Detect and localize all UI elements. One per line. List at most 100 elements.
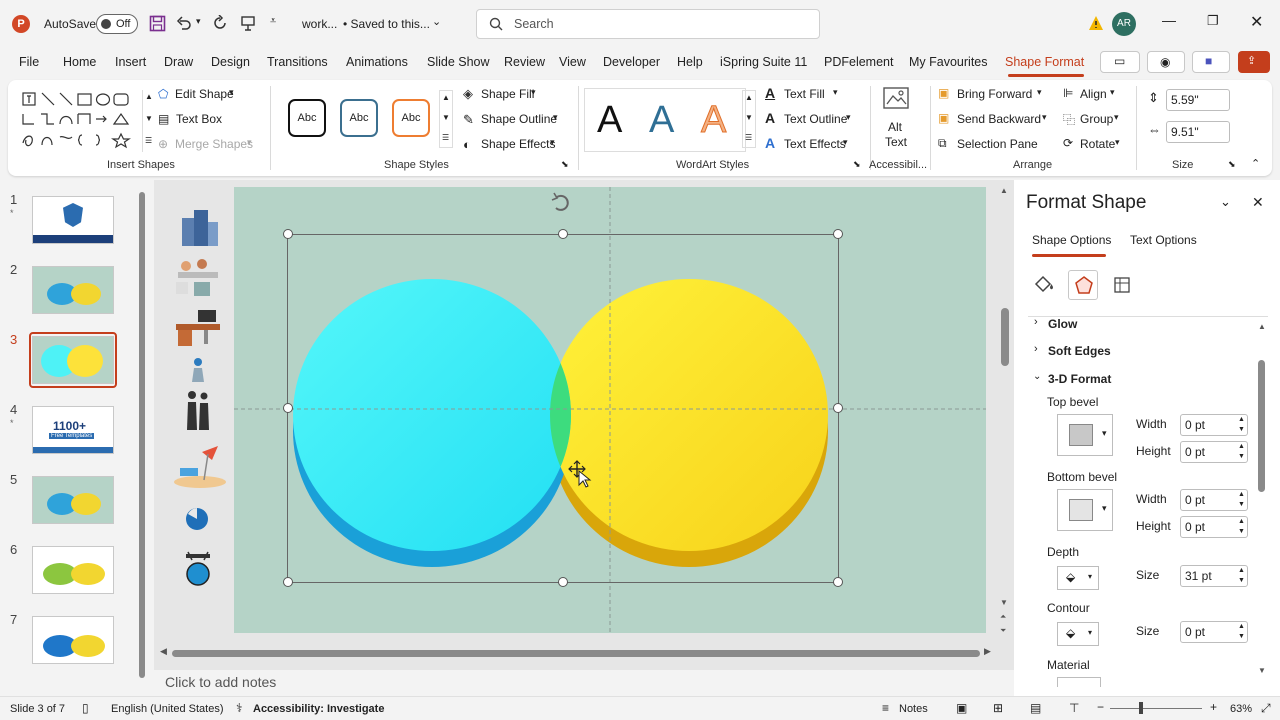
slide-thumbnail-1[interactable] xyxy=(32,196,114,244)
tab-draw[interactable]: Draw xyxy=(164,55,193,69)
text-outline-button[interactable]: Text Outline xyxy=(784,112,847,126)
redo-icon[interactable] xyxy=(212,15,228,31)
pane-scroll-up-icon[interactable]: ▲ xyxy=(1258,322,1266,331)
text-outline-dropdown-icon[interactable]: ▾ xyxy=(846,112,851,123)
zoom-out-icon[interactable]: − xyxy=(1097,700,1104,714)
wordart-scroll[interactable]: ▲ ▼ ☰ xyxy=(742,90,756,148)
shape-styles-launcher-icon[interactable]: ⬊ xyxy=(561,159,569,170)
save-icon[interactable] xyxy=(149,15,166,32)
material-dropdown[interactable] xyxy=(1057,677,1101,687)
edit-shape-dropdown-icon[interactable]: ▾ xyxy=(229,87,234,98)
slide-thumbnail-5[interactable] xyxy=(32,476,114,524)
text-box-button[interactable]: Text Box xyxy=(176,112,222,126)
shape-effects-button[interactable]: Shape Effects xyxy=(481,137,556,151)
shape-outline-dropdown-icon[interactable]: ▾ xyxy=(553,112,558,123)
accessibility-status[interactable]: Accessibility: Investigate xyxy=(253,703,384,715)
shape-effects-dropdown-icon[interactable]: ▾ xyxy=(550,137,555,148)
cyan-circle[interactable] xyxy=(293,279,571,551)
slide-thumbnail-3[interactable] xyxy=(32,336,114,384)
align-dropdown-icon[interactable]: ▾ xyxy=(1110,87,1115,98)
tab-shape-options[interactable]: Shape Options xyxy=(1032,233,1111,247)
slide-thumbnail-7[interactable] xyxy=(32,616,114,664)
pane-options-dropdown-icon[interactable]: ⌄ xyxy=(1220,194,1231,210)
bring-forward-dropdown-icon[interactable]: ▾ xyxy=(1037,87,1042,98)
shape-outline-button[interactable]: Shape Outline xyxy=(481,112,557,126)
close-window-icon[interactable]: ✕ xyxy=(1250,12,1263,32)
office-team-icon[interactable] xyxy=(172,254,226,300)
customize-qat-icon[interactable]: ⩡ xyxy=(270,15,276,28)
slide-sorter-icon[interactable]: ⊞ xyxy=(993,701,1003,715)
slideshow-view-icon[interactable]: ⊤ xyxy=(1069,701,1079,715)
text-fill-button[interactable]: Text Fill xyxy=(784,87,825,101)
size-properties-icon[interactable] xyxy=(1112,275,1132,295)
3d-format-section[interactable]: 3-D Format xyxy=(1048,372,1111,386)
canvas-vertical-scrollbar-thumb[interactable] xyxy=(1001,308,1009,366)
slide-thumbnail-6[interactable] xyxy=(32,546,114,594)
scroll-down-arrow-icon[interactable]: ▼ xyxy=(1000,598,1008,607)
send-backward-button[interactable]: Send Backward xyxy=(957,112,1041,126)
resize-handle-bottom-right[interactable] xyxy=(833,577,843,587)
title-dropdown-icon[interactable]: ⌄ xyxy=(432,15,441,28)
text-fill-dropdown-icon[interactable]: ▾ xyxy=(833,87,838,98)
group-dropdown-icon[interactable]: ▾ xyxy=(1114,112,1119,123)
tab-file[interactable]: File xyxy=(19,55,39,69)
effects-tab-button[interactable] xyxy=(1068,270,1098,300)
slide-counter[interactable]: Slide 3 of 7 xyxy=(10,703,65,715)
slide-thumbnail-2[interactable] xyxy=(32,266,114,314)
figurine-icon[interactable] xyxy=(186,356,210,384)
glow-section[interactable]: Glow xyxy=(1048,317,1077,331)
previous-slide-icon[interactable]: ⏶ xyxy=(1000,612,1006,622)
notes-pane[interactable]: Click to add notes xyxy=(154,670,1014,696)
restore-icon[interactable]: ❐ xyxy=(1207,13,1219,29)
zoom-level[interactable]: 63% xyxy=(1230,703,1252,715)
resize-handle-bottom[interactable] xyxy=(558,577,568,587)
comments-button[interactable]: ▭ xyxy=(1100,51,1140,73)
wordart-style-2[interactable]: A xyxy=(649,99,674,142)
spelling-icon[interactable]: ▯ xyxy=(82,701,89,715)
align-button[interactable]: Align xyxy=(1080,87,1107,101)
shapes-gallery[interactable] xyxy=(20,90,144,152)
3d-format-collapse-icon[interactable]: ⌄ xyxy=(1033,371,1041,382)
contour-color-dropdown[interactable]: ⬙ ▾ xyxy=(1057,622,1099,646)
rotate-dropdown-icon[interactable]: ▾ xyxy=(1115,137,1120,148)
soft-edges-section[interactable]: Soft Edges xyxy=(1048,344,1111,358)
wordart-style-3[interactable]: A xyxy=(700,99,726,142)
canvas-horizontal-scrollbar-thumb[interactable] xyxy=(172,650,980,657)
shape-width-input[interactable]: 9.51" xyxy=(1166,121,1230,143)
bottom-bevel-dropdown[interactable]: ▾ xyxy=(1057,489,1113,531)
autosave-toggle[interactable]: Off xyxy=(96,14,138,34)
pie-chart-icon[interactable] xyxy=(184,506,210,532)
couple-silhouette-icon[interactable] xyxy=(184,390,212,432)
tab-design[interactable]: Design xyxy=(211,55,250,69)
teams-button[interactable]: ■ xyxy=(1192,51,1230,73)
close-pane-icon[interactable]: ✕ xyxy=(1252,194,1264,211)
pane-scroll-down-icon[interactable]: ▼ xyxy=(1258,666,1266,675)
tab-text-options[interactable]: Text Options xyxy=(1130,233,1197,247)
shape-style-1[interactable]: Abc xyxy=(288,99,326,137)
next-slide-icon[interactable]: ⏷ xyxy=(1000,626,1006,636)
user-avatar[interactable]: AR xyxy=(1112,12,1136,36)
yellow-circle[interactable] xyxy=(550,279,828,551)
resize-handle-top-left[interactable] xyxy=(283,229,293,239)
tab-pdfelement[interactable]: PDFelement xyxy=(824,55,893,69)
tab-home[interactable]: Home xyxy=(63,55,96,69)
reading-view-icon[interactable]: ▤ xyxy=(1030,701,1041,715)
warning-icon[interactable] xyxy=(1088,15,1104,31)
scroll-right-arrow-icon[interactable]: ▶ xyxy=(984,646,991,657)
record-button[interactable]: ◉ xyxy=(1147,51,1185,73)
scroll-up-arrow-icon[interactable]: ▲ xyxy=(1000,186,1008,195)
zoom-slider[interactable] xyxy=(1110,708,1202,709)
undo-icon[interactable] xyxy=(176,15,192,31)
tab-transitions[interactable]: Transitions xyxy=(267,55,328,69)
buildings-icon[interactable] xyxy=(178,208,222,246)
send-backward-dropdown-icon[interactable]: ▾ xyxy=(1042,112,1047,123)
beach-icon[interactable] xyxy=(172,442,228,490)
present-icon[interactable] xyxy=(240,15,256,31)
merge-shapes-button[interactable]: Merge Shapes xyxy=(175,137,253,151)
document-name[interactable]: work... xyxy=(302,17,337,31)
accessibility-icon[interactable]: ⚕ xyxy=(236,701,243,715)
shape-style-2[interactable]: Abc xyxy=(340,99,378,137)
desk-icon[interactable] xyxy=(174,308,222,348)
rotate-button[interactable]: Rotate xyxy=(1080,137,1115,151)
shape-fill-button[interactable]: Shape Fill xyxy=(481,87,534,101)
